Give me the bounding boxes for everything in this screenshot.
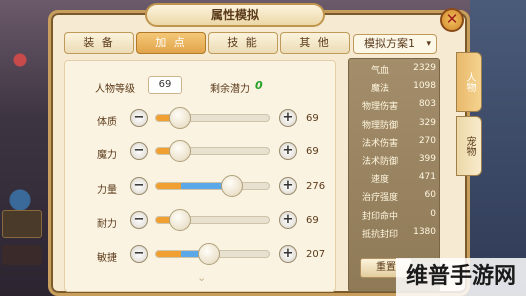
attr-base-fill — [156, 251, 182, 257]
stat-label: 抵抗封印 — [361, 229, 398, 240]
stat-label: 魔法 — [370, 84, 389, 95]
stat-label: 法术伤害 — [361, 138, 398, 149]
stat-value: 0 — [430, 208, 436, 219]
attr-base-fill — [156, 183, 182, 189]
attr-label: 体质 — [97, 117, 117, 128]
attr-value: 207 — [306, 249, 326, 260]
attr-label: 力量 — [97, 185, 117, 196]
tab-other[interactable]: 其 他 — [280, 32, 350, 54]
increase-button[interactable]: + — [279, 142, 297, 160]
slider-knob[interactable] — [221, 175, 244, 197]
stat-value: 270 — [418, 135, 436, 146]
stat-label: 治疗强度 — [361, 193, 398, 204]
increase-button[interactable]: + — [279, 211, 297, 229]
increase-button[interactable]: + — [279, 177, 297, 195]
close-button[interactable]: ✕ — [440, 8, 464, 32]
attr-slider-track[interactable] — [155, 182, 270, 190]
attr-value: 276 — [306, 181, 326, 192]
scheme-select-value: 模拟方案1 — [364, 37, 415, 50]
stat-label: 物理伤害 — [361, 102, 398, 113]
decrease-button[interactable]: − — [130, 211, 148, 229]
attr-label: 魔力 — [97, 150, 117, 161]
attr-label: 敏捷 — [97, 253, 117, 264]
scroll-down-icon[interactable]: ⌄ — [197, 271, 206, 284]
stat-label: 法术防御 — [361, 157, 398, 167]
game-hud-widget — [2, 210, 42, 238]
decrease-button[interactable]: − — [130, 177, 148, 195]
stat-label: 气血 — [370, 66, 389, 76]
stat-label: 速度 — [370, 175, 389, 186]
side-tab-character[interactable]: 人物 — [456, 52, 482, 112]
game-hud-widget-small — [2, 245, 42, 265]
watermark: 维普手游网 — [396, 258, 526, 296]
attr-value: 69 — [306, 215, 319, 226]
stat-value: 1098 — [413, 81, 436, 92]
stat-value: 803 — [418, 99, 436, 110]
stat-value: 60 — [424, 190, 436, 201]
stat-label: 物理防御 — [361, 120, 398, 131]
tab-add-points[interactable]: 加 点 — [136, 32, 206, 54]
level-input[interactable]: 69 — [148, 76, 182, 94]
scheme-select[interactable]: 模拟方案1 ▾ — [353, 34, 437, 54]
chevron-down-icon: ▾ — [426, 39, 431, 49]
decrease-button[interactable]: − — [130, 245, 148, 263]
stat-value: 1380 — [413, 226, 436, 237]
decrease-button[interactable]: − — [130, 142, 148, 160]
decrease-button[interactable]: − — [130, 109, 148, 127]
tab-equipment[interactable]: 装 备 — [64, 32, 134, 54]
stat-value: 329 — [418, 117, 436, 128]
attr-label: 耐力 — [97, 219, 117, 230]
stat-value: 399 — [418, 154, 436, 164]
side-tab-pet[interactable]: 宠物 — [456, 116, 482, 176]
stat-value: 471 — [418, 172, 436, 183]
remain-value: 0 — [255, 79, 263, 92]
stat-label: 封印命中 — [361, 211, 398, 222]
panel-title: 属性模拟 — [145, 3, 325, 27]
remain-label: 剩余潜力 — [210, 84, 250, 95]
level-label: 人物等级 — [95, 84, 135, 95]
stat-value: 2329 — [413, 63, 436, 73]
increase-button[interactable]: + — [279, 245, 297, 263]
attr-value: 69 — [306, 113, 319, 124]
slider-knob[interactable] — [198, 243, 221, 265]
increase-button[interactable]: + — [279, 109, 297, 127]
attr-value: 69 — [306, 146, 319, 157]
tab-skills[interactable]: 技 能 — [208, 32, 278, 54]
